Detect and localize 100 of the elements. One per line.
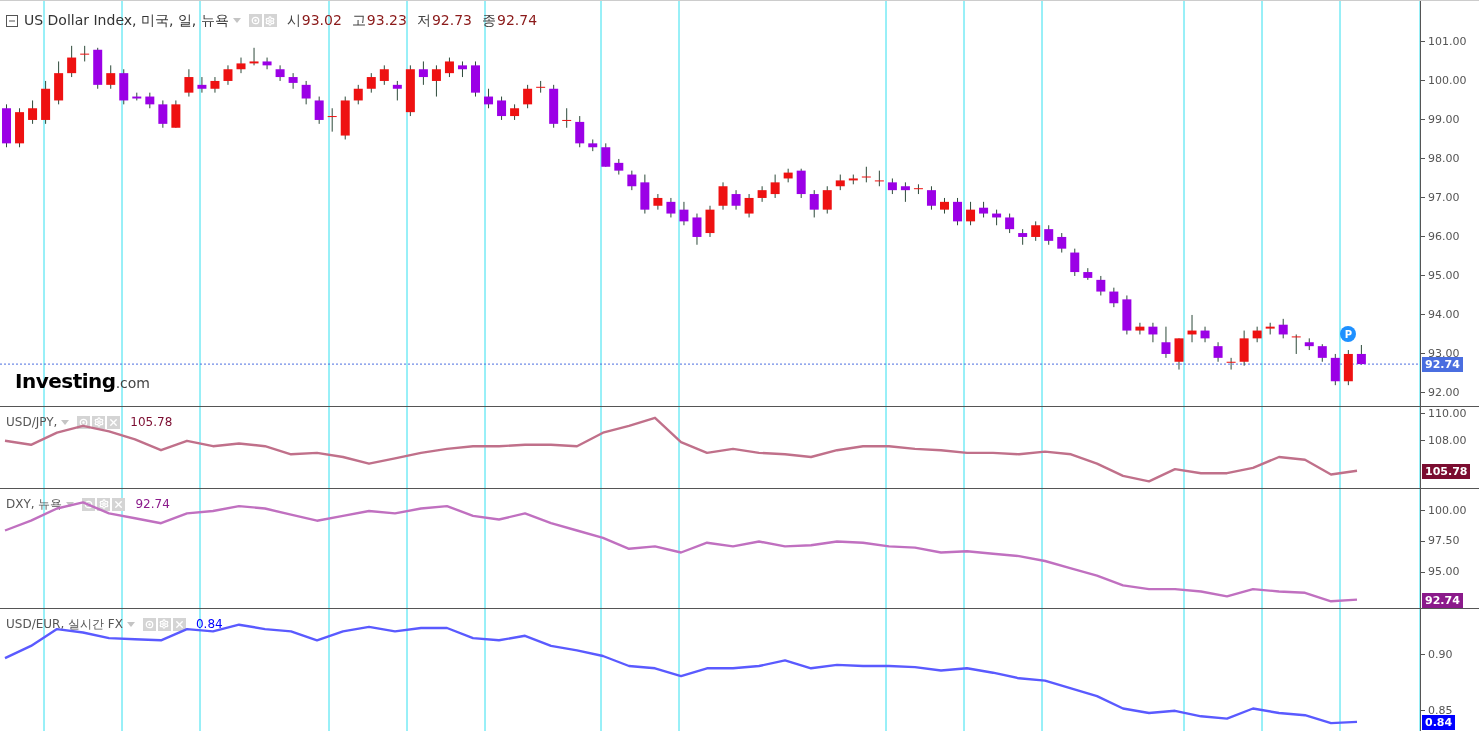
- candle: [640, 174, 650, 215]
- caret-icon[interactable]: [66, 501, 75, 507]
- candle: [861, 166, 871, 183]
- candle: [887, 177, 897, 195]
- candle: [80, 45, 90, 62]
- candle: [197, 76, 207, 94]
- settings-icon[interactable]: [92, 415, 106, 429]
- candle: [1343, 349, 1353, 386]
- candle: [848, 174, 858, 185]
- candle: [262, 57, 272, 70]
- candle: [510, 103, 520, 121]
- candle: [327, 107, 337, 133]
- candle: [288, 72, 298, 90]
- candle: [145, 92, 155, 109]
- price-badge: 92.74: [1422, 592, 1463, 608]
- series-value: 0.84: [195, 616, 223, 633]
- candle: [1083, 267, 1093, 281]
- candle: [1109, 287, 1119, 308]
- ohlc-label: 종: [482, 11, 497, 30]
- candle: [1122, 294, 1132, 335]
- candle: [1252, 326, 1262, 343]
- candle: [171, 99, 181, 129]
- candle: [822, 185, 832, 215]
- visibility-icon[interactable]: [142, 617, 156, 631]
- candle: [926, 185, 936, 211]
- candle: [1135, 322, 1145, 335]
- close-icon[interactable]: [172, 617, 186, 631]
- candle: [15, 107, 25, 148]
- axis-label: 100.00: [1428, 503, 1467, 518]
- candle: [874, 170, 884, 187]
- candle: [1291, 333, 1301, 355]
- candle: [679, 201, 689, 226]
- candle: [1148, 322, 1158, 343]
- caret-icon[interactable]: [232, 18, 241, 23]
- candle: [523, 84, 533, 109]
- candle: [666, 197, 676, 218]
- candle: [392, 80, 402, 101]
- caret-icon[interactable]: [61, 419, 70, 425]
- axis-label: 92.00: [1428, 385, 1460, 400]
- ohlc-value: 93.23: [366, 11, 407, 30]
- caret-icon[interactable]: [126, 621, 135, 627]
- ohlc-label: 고: [351, 11, 366, 30]
- candle: [562, 107, 572, 129]
- candle: [1174, 337, 1184, 371]
- candle: [1278, 318, 1288, 339]
- candle: [979, 201, 989, 218]
- candle: [1330, 353, 1340, 386]
- candle: [718, 181, 728, 211]
- candle: [236, 57, 246, 74]
- marker-badge: P: [1340, 326, 1357, 343]
- candle: [1070, 248, 1080, 277]
- candle: [471, 60, 480, 98]
- candle: [1057, 232, 1067, 254]
- axis-label: 96.00: [1428, 229, 1460, 244]
- candle: [1226, 357, 1236, 371]
- candle: [431, 64, 441, 98]
- candle: [249, 47, 259, 66]
- candle: [601, 142, 611, 168]
- candle: [1031, 220, 1041, 242]
- axis-label: 95.00: [1428, 565, 1460, 579]
- visibility-icon[interactable]: [248, 14, 262, 27]
- candle: [1200, 326, 1210, 343]
- axis-label: 93.00: [1428, 346, 1460, 360]
- candle: [992, 209, 1002, 226]
- price-badge: 105.78: [1422, 463, 1471, 479]
- candle: [1239, 330, 1249, 367]
- candle: [588, 138, 598, 152]
- candle: [744, 193, 754, 218]
- candle: [770, 174, 780, 199]
- axis-label: 99.00: [1428, 112, 1460, 127]
- candle: [119, 68, 129, 105]
- candle: [796, 168, 806, 199]
- candle: [184, 68, 194, 98]
- candle: [809, 189, 819, 218]
- candle: [67, 45, 77, 78]
- price-badge: 92.74: [1422, 357, 1463, 373]
- collapse-icon[interactable]: [6, 14, 18, 27]
- axis-label: 110.00: [1428, 406, 1467, 421]
- candle: [1317, 343, 1327, 363]
- candle: [614, 158, 624, 176]
- candle: [627, 170, 637, 191]
- candle: [2, 103, 11, 148]
- ohlc-value: 93.02: [301, 11, 342, 30]
- settings-icon[interactable]: [97, 497, 111, 511]
- candle: [731, 189, 741, 211]
- axis-label: 100.00: [1428, 73, 1467, 88]
- candle: [692, 213, 702, 246]
- candle: [953, 197, 962, 226]
- candle: [405, 64, 415, 117]
- candle: [1044, 224, 1054, 246]
- candle: [444, 57, 454, 78]
- candle: [940, 197, 949, 215]
- series-value: 92.74: [135, 496, 170, 513]
- settings-icon[interactable]: [263, 14, 277, 27]
- candle: [54, 60, 64, 105]
- chart-title: US Dollar Index, 미국, 일, 뉴욕: [24, 11, 229, 30]
- candle: [913, 183, 923, 195]
- candle: [1018, 228, 1028, 246]
- price-badge: 0.84: [1422, 714, 1456, 730]
- logo: Investing.com: [15, 368, 150, 395]
